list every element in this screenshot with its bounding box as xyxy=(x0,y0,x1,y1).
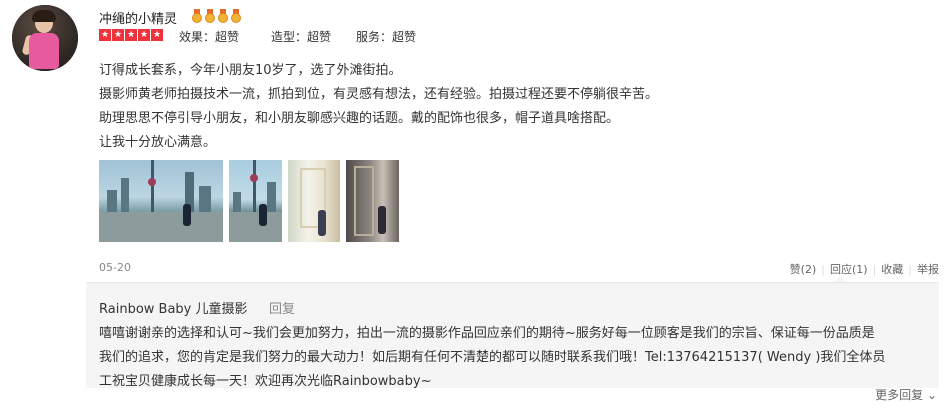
score-service: 服务：超赞 xyxy=(356,30,417,44)
shop-name[interactable]: Rainbow Baby 儿童摄影 xyxy=(99,298,248,317)
action-divider: | xyxy=(908,262,912,276)
shop-reply-text: 嘻嘻谢谢亲的选择和认可~我们会更加努力，拍出一流的摄影作品回应亲们的期待~服务好… xyxy=(99,322,934,394)
shop-reply-line: 工祝宝贝健康成长每一天！欢迎再次光临Rainbowbaby~ xyxy=(99,374,432,389)
review-date: 05-20 xyxy=(99,261,131,274)
photo-bund-skyline-wide[interactable] xyxy=(99,160,223,242)
reply-divider xyxy=(86,282,939,283)
avatar-dress xyxy=(29,33,59,69)
medal-icon xyxy=(230,9,242,23)
medal-row xyxy=(191,9,242,23)
star-icon: ★ xyxy=(138,29,150,41)
review-line: 助理思思不停引导小朋友，和小朋友聊感兴趣的话题。戴的配饰也很多，帽子道具啥搭配。 xyxy=(99,111,620,126)
reviewer-name[interactable]: 冲绳的小精灵 xyxy=(99,8,177,27)
more-replies-button[interactable]: 更多回复 ⌄ xyxy=(875,386,937,403)
shop-reply-line: 嘻嘻谢谢亲的选择和认可~我们会更加努力，拍出一流的摄影作品回应亲们的期待~服务好… xyxy=(99,326,875,341)
collect-button[interactable]: 收藏 xyxy=(881,261,903,277)
review-text: 订得成长套系，今年小朋友10岁了，选了外滩街拍。 摄影师黄老师拍摄技术一流，抓拍… xyxy=(99,59,658,155)
medal-icon xyxy=(191,9,203,23)
star-rating: ★ ★ ★ ★ ★ xyxy=(99,29,163,41)
avatar-hair xyxy=(32,10,56,22)
like-button[interactable]: 赞(2) xyxy=(790,261,817,277)
score-effect: 效果：超赞 xyxy=(179,30,240,44)
star-icon: ★ xyxy=(125,29,137,41)
star-icon: ★ xyxy=(99,29,111,41)
review-photos xyxy=(99,160,399,242)
star-icon: ★ xyxy=(151,29,163,41)
review-line: 摄影师黄老师拍摄技术一流，抓拍到位，有灵感有想法，还有经验。拍摄过程还要不停躺很… xyxy=(99,87,659,102)
review-line: 让我十分放心满意。 xyxy=(99,135,217,150)
reply-link[interactable]: 回复 xyxy=(269,298,295,317)
avatar[interactable] xyxy=(12,5,78,71)
shop-reply-line: 我们的追求，您的肯定是我们努力的最大动力！如后期有任何不清楚的都可以随时联系我们… xyxy=(99,350,886,365)
medal-icon xyxy=(204,9,216,23)
review-line: 订得成长套系，今年小朋友10岁了，选了外滩街拍。 xyxy=(99,63,402,78)
reply-button[interactable]: 回应(1) xyxy=(830,261,868,277)
report-button[interactable]: 举报 xyxy=(917,261,939,277)
photo-indoor-hallway[interactable] xyxy=(346,160,399,242)
action-divider: | xyxy=(872,262,877,276)
photo-bund-tower-portrait[interactable] xyxy=(229,160,282,242)
medal-icon xyxy=(217,9,229,23)
review-actions: 赞(2) | 回应(1) | 收藏 | 举报 xyxy=(790,261,939,277)
score-styling: 造型：超赞 xyxy=(271,30,332,44)
photo-indoor-window[interactable] xyxy=(288,160,340,242)
action-divider: | xyxy=(821,262,825,276)
star-icon: ★ xyxy=(112,29,124,41)
